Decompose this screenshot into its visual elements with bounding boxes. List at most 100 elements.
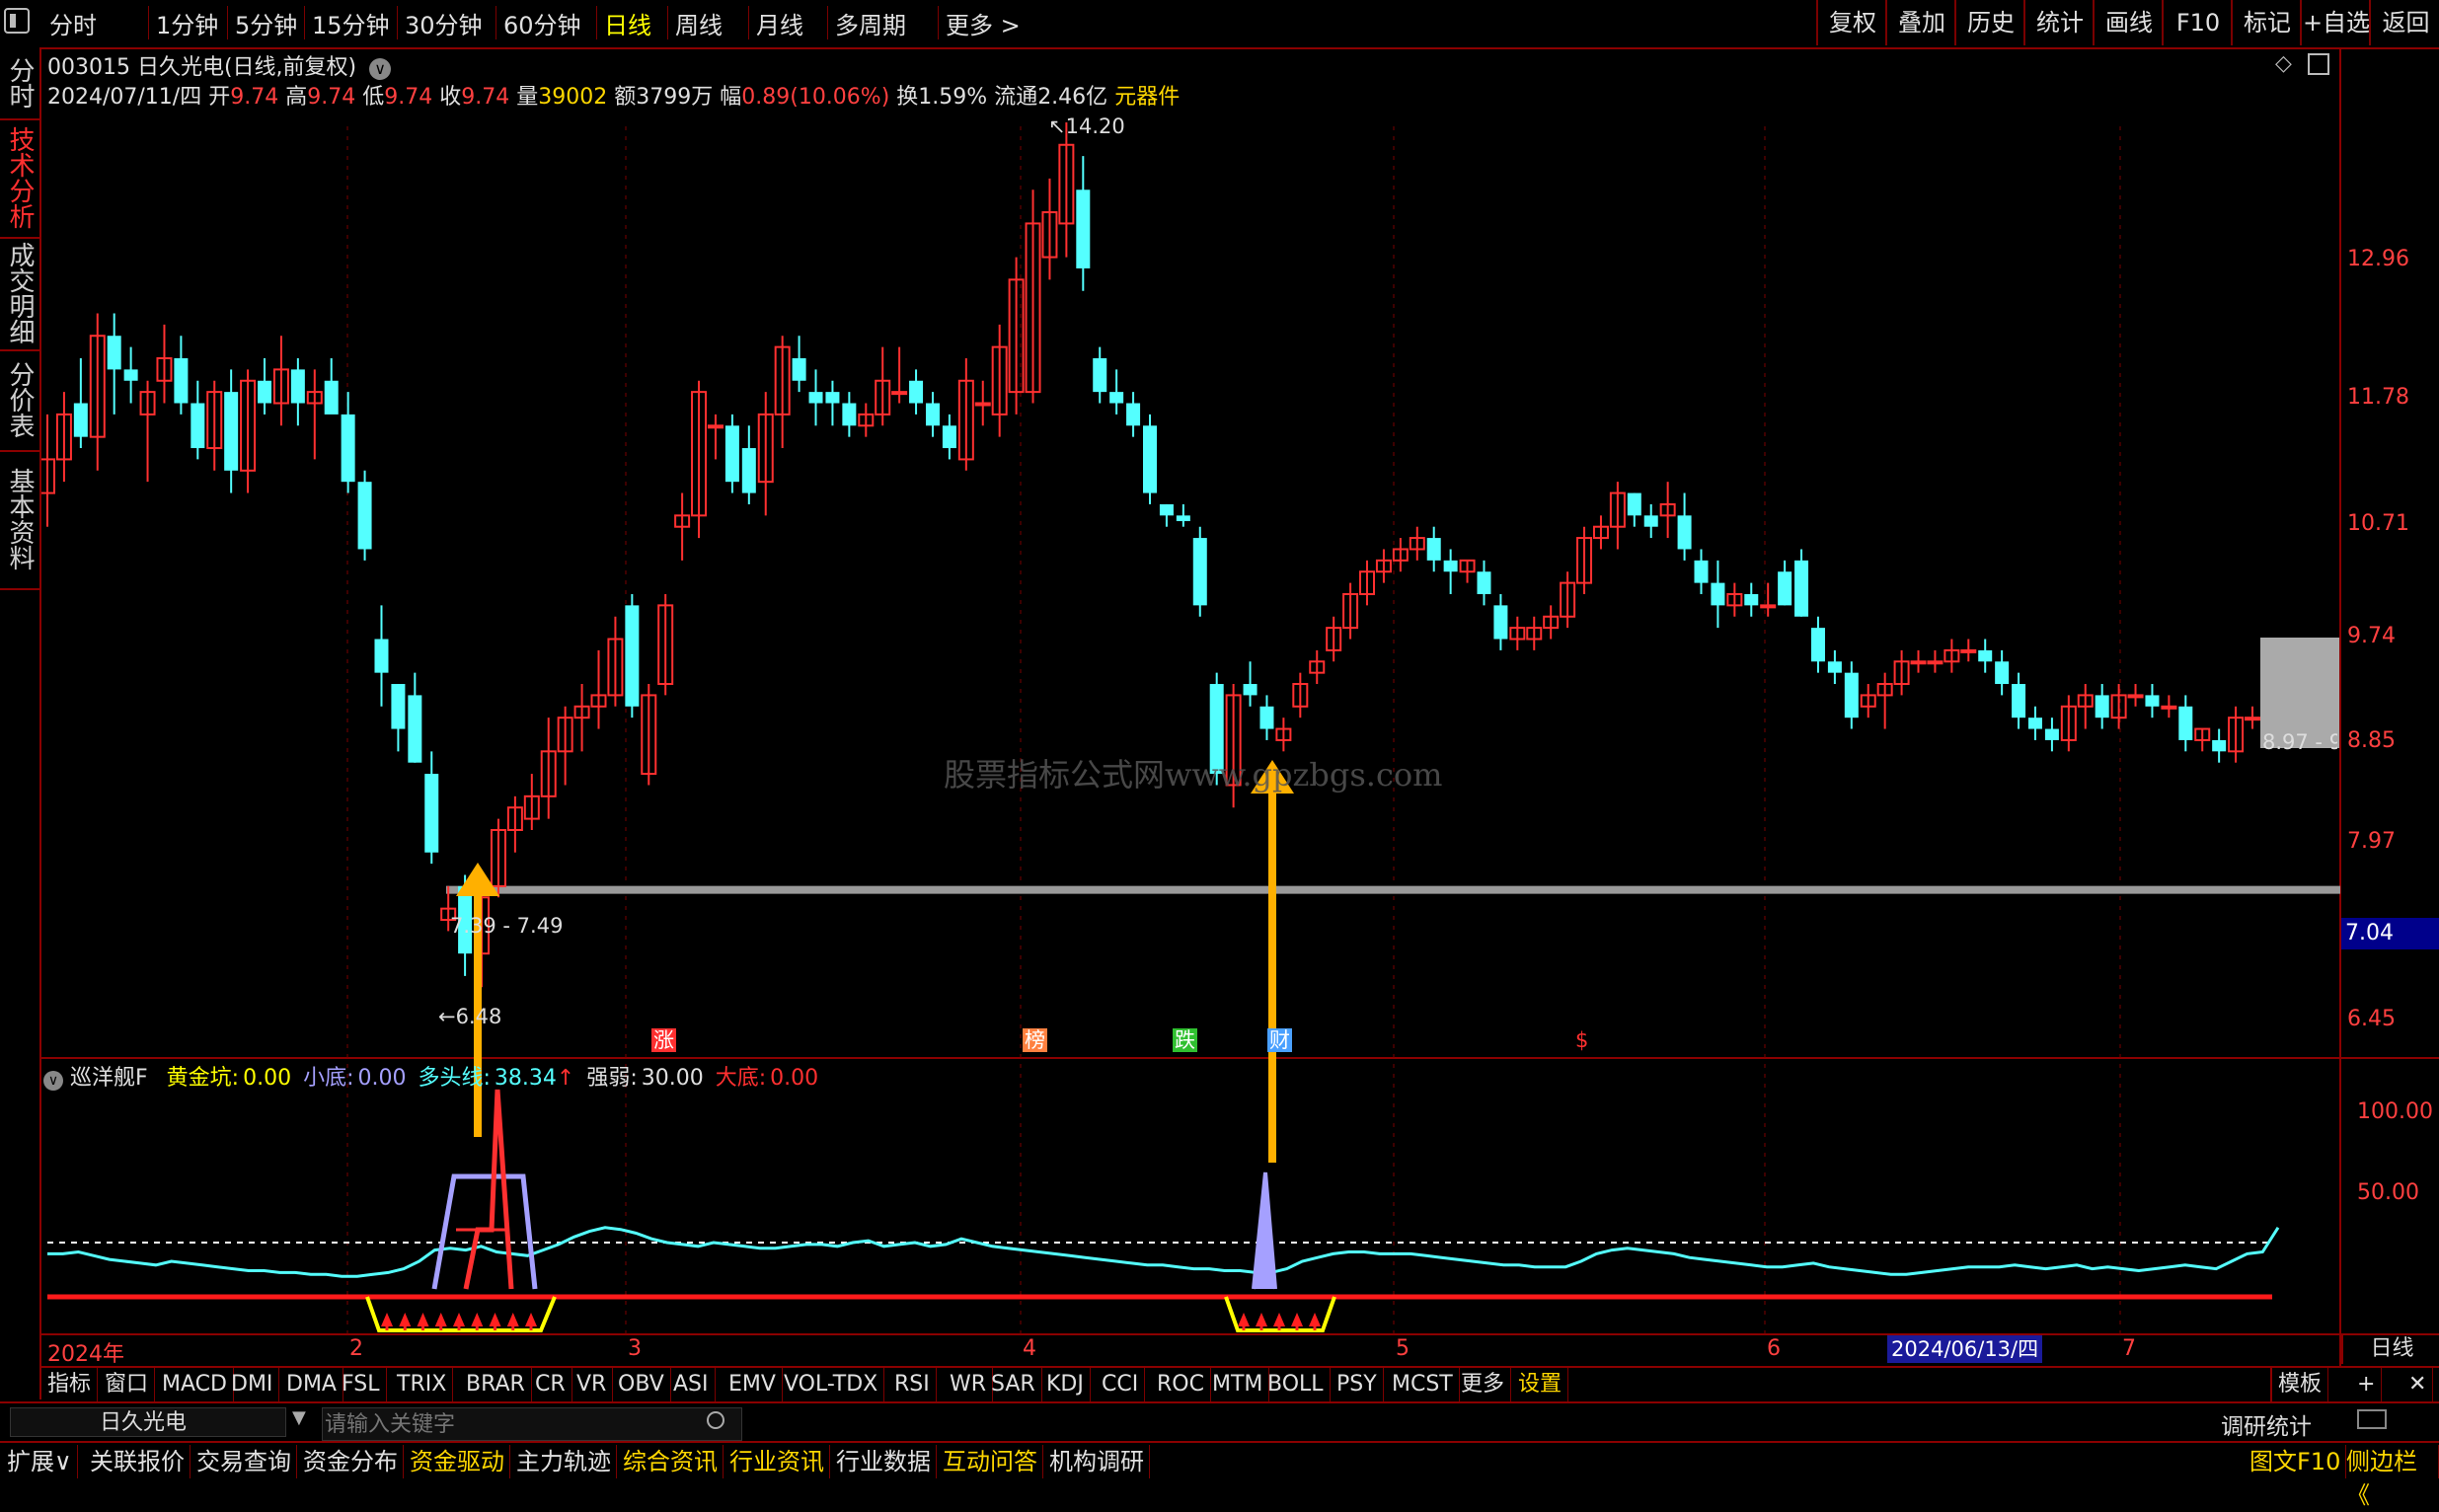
bottom-tab-2[interactable]: 交易查询: [191, 1445, 297, 1478]
close-icon[interactable]: ✕: [2402, 1368, 2434, 1401]
period-tab-7[interactable]: 周线: [675, 6, 723, 40]
candle-body-down: [224, 392, 239, 471]
indicator-name[interactable]: 巡洋舰F: [70, 1066, 148, 1091]
indicator-tab-21[interactable]: BOLL: [1261, 1368, 1331, 1401]
chevron-down-icon[interactable]: ∨: [43, 1071, 63, 1091]
indicator-tab-6[interactable]: TRIX: [391, 1368, 454, 1401]
bottom-tab-1[interactable]: 关联报价: [85, 1445, 191, 1478]
indicator-tab-9[interactable]: VR: [571, 1368, 614, 1401]
bottom-right-tab-1[interactable]: 侧边栏《: [2341, 1445, 2439, 1509]
toolbar-button-2[interactable]: 历史: [1954, 0, 2025, 45]
indicator-tab-5[interactable]: FSL: [336, 1368, 387, 1401]
toolbar-button-5[interactable]: F10: [2162, 0, 2233, 45]
indicator-tab-2[interactable]: MACD: [156, 1368, 234, 1401]
toolbar-button-3[interactable]: 统计: [2023, 0, 2095, 45]
bottom-tab-6[interactable]: 综合资讯: [618, 1445, 724, 1478]
candle-body-down: [1978, 649, 1993, 662]
toolbar-button-4[interactable]: 画线: [2093, 0, 2164, 45]
bottom-tab-8[interactable]: 行业数据: [831, 1445, 937, 1478]
indicator-tab-8[interactable]: CR: [529, 1368, 572, 1401]
toolbar-button-6[interactable]: 标记: [2231, 0, 2302, 45]
candle-body-down: [1844, 672, 1859, 718]
period-tab-6[interactable]: 日线: [604, 6, 651, 40]
side-tab-3[interactable]: 分价表: [0, 349, 39, 452]
side-tab-1[interactable]: 技术分析: [0, 118, 39, 239]
indicator-tab-13[interactable]: VOL-TDX: [778, 1368, 885, 1401]
search-input[interactable]: [322, 1407, 742, 1441]
bottom-tab-0[interactable]: 扩展∨: [2, 1445, 78, 1478]
bottom-tab-5[interactable]: 主力轨迹: [511, 1445, 617, 1478]
indicator-tab-12[interactable]: EMV: [723, 1368, 783, 1401]
indicator-tab-23[interactable]: MCST: [1386, 1368, 1460, 1401]
event-marker-2[interactable]: 跌: [1173, 1028, 1197, 1052]
side-tab-4[interactable]: 基本资料: [0, 450, 39, 590]
period-tab-0[interactable]: 分时: [49, 6, 97, 40]
indicator-field-label: 黄金坑:: [166, 1066, 240, 1091]
dropdown-arrow-icon[interactable]: ▼: [292, 1407, 306, 1428]
period-tab-9[interactable]: 多周期: [835, 6, 906, 40]
period-tab-4[interactable]: 30分钟: [405, 6, 483, 40]
period-indicator[interactable]: 日线: [2341, 1334, 2439, 1364]
period-tab-10[interactable]: 更多 >: [946, 6, 1021, 40]
bottom-tab-7[interactable]: 行业资讯: [724, 1445, 830, 1478]
event-marker-4[interactable]: $: [1573, 1028, 1590, 1052]
toolbar-button-7[interactable]: +自选: [2300, 0, 2371, 45]
period-tab-3[interactable]: 15分钟: [312, 6, 390, 40]
indicator-tab-19[interactable]: ROC: [1151, 1368, 1211, 1401]
indicator-tab-25[interactable]: 设置: [1512, 1368, 1569, 1401]
side-tab-2[interactable]: 成交明细: [0, 237, 39, 351]
event-marker-0[interactable]: 涨: [651, 1028, 676, 1052]
indicator-tab-1[interactable]: 窗口: [99, 1368, 156, 1401]
candle-body-down: [1643, 515, 1658, 527]
toolbar-button-1[interactable]: 叠加: [1885, 0, 1956, 45]
indicator-tab-18[interactable]: CCI: [1096, 1368, 1146, 1401]
indicator-tab-16[interactable]: SAR: [985, 1368, 1042, 1401]
toolbar-button-0[interactable]: 复权: [1816, 0, 1887, 45]
bottom-tab-10[interactable]: 机构调研: [1044, 1445, 1150, 1478]
template-button[interactable]: 模板: [2270, 1368, 2329, 1401]
toolbar-separator: [827, 6, 828, 39]
side-tab-0[interactable]: 分时走势: [0, 47, 39, 120]
bottom-tab-3[interactable]: 资金分布: [298, 1445, 404, 1478]
indicator-tab-3[interactable]: DMI: [225, 1368, 280, 1401]
stock-name-field[interactable]: 日久光电: [10, 1407, 286, 1437]
time-axis-label: 4: [1023, 1336, 1036, 1361]
window-menu-icon[interactable]: [4, 8, 30, 34]
indicator-tab-11[interactable]: ASI: [667, 1368, 716, 1401]
bottom-tab-4[interactable]: 资金驱动: [405, 1445, 510, 1478]
period-tab-1[interactable]: 1分钟: [156, 6, 218, 40]
time-highlight: 2024/06/13/四: [1887, 1335, 2043, 1363]
sector-link[interactable]: 元器件: [1114, 85, 1180, 110]
period-tab-5[interactable]: 60分钟: [503, 6, 581, 40]
diamond-icon[interactable]: ◇: [2275, 51, 2292, 76]
candle-body-down: [1778, 571, 1792, 606]
indicator-tab-7[interactable]: BRAR: [460, 1368, 532, 1401]
red-arrow-icon: [1256, 1313, 1267, 1326]
bottom-tab-9[interactable]: 互动问答: [938, 1445, 1043, 1478]
toolbar-button-8[interactable]: 返回: [2369, 0, 2439, 45]
candle-body-down: [1694, 560, 1709, 583]
grid-icon[interactable]: [2357, 1409, 2387, 1429]
low-label: 低: [362, 85, 385, 110]
left-side-tabs: 分时走势技术分析成交明细分价表基本资料: [0, 47, 41, 1399]
event-marker-1[interactable]: 榜: [1023, 1028, 1047, 1052]
indicator-tab-20[interactable]: MTM: [1206, 1368, 1270, 1401]
indicator-tab-4[interactable]: DMA: [280, 1368, 343, 1401]
search-icon[interactable]: [707, 1411, 724, 1429]
period-tab-2[interactable]: 5分钟: [235, 6, 297, 40]
event-marker-3[interactable]: 财: [1267, 1028, 1292, 1052]
research-stats-link[interactable]: 调研统计: [2221, 1407, 2312, 1441]
indicator-tab-24[interactable]: 更多: [1455, 1368, 1512, 1401]
chevron-down-icon[interactable]: ∨: [369, 58, 392, 80]
bottom-right-tab-0[interactable]: 图文F10: [2245, 1445, 2347, 1478]
indicator-tab-10[interactable]: OBV: [612, 1368, 671, 1401]
indicator-tab-22[interactable]: PSY: [1331, 1368, 1384, 1401]
period-tab-8[interactable]: 月线: [756, 6, 803, 40]
indicator-tab-0[interactable]: 指标: [41, 1368, 99, 1401]
kline-chart[interactable]: [41, 47, 2439, 1366]
indicator-tab-14[interactable]: RSI: [888, 1368, 937, 1401]
indicator-tab-17[interactable]: KDJ: [1040, 1368, 1091, 1401]
panel-toggle-icon[interactable]: [2308, 53, 2329, 75]
add-indicator-icon[interactable]: +: [2351, 1368, 2383, 1401]
indicator-field-value: 0.00: [770, 1066, 819, 1091]
